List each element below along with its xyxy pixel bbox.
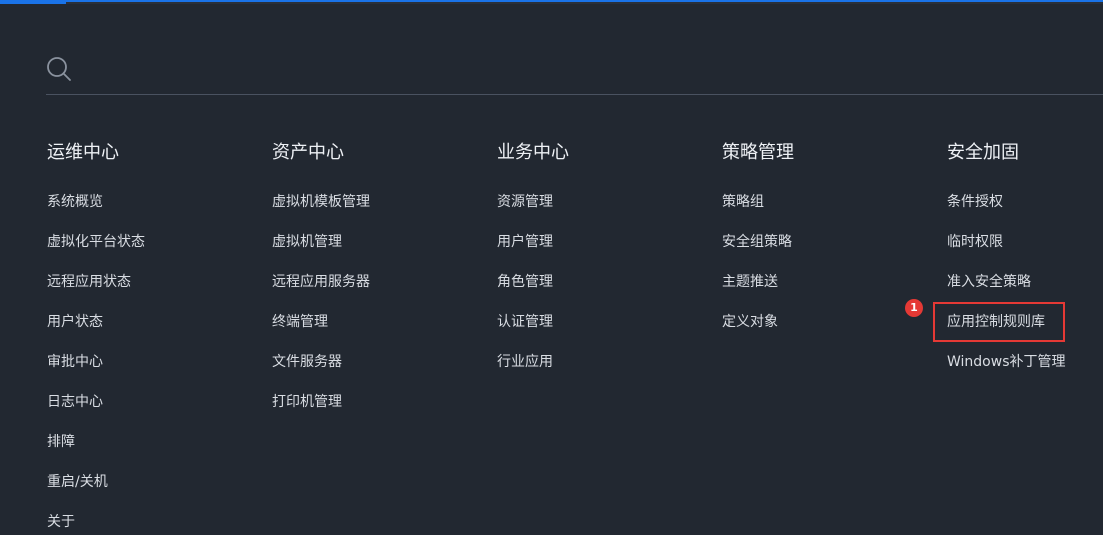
menu-column-business-center: 业务中心 资源管理 用户管理 角色管理 认证管理 行业应用 — [497, 140, 569, 390]
search-input[interactable] — [86, 54, 990, 86]
menu-item-industry-apps[interactable]: 行业应用 — [497, 350, 569, 390]
menu-column-policy-management: 策略管理 策略组 安全组策略 主题推送 定义对象 — [722, 140, 794, 350]
column-heading: 策略管理 — [722, 142, 794, 163]
menu-item-virtualization-status[interactable]: 虚拟化平台状态 — [47, 230, 145, 270]
menu-item-auth-management[interactable]: 认证管理 — [497, 310, 569, 350]
menu-list: 条件授权 临时权限 准入安全策略 应用控制规则库 Windows补丁管理 — [947, 190, 1066, 390]
menu-item-remote-app-status[interactable]: 远程应用状态 — [47, 270, 145, 310]
navigation-menu-page: 运维中心 系统概览 虚拟化平台状态 远程应用状态 用户状态 审批中心 日志中心 … — [0, 0, 1103, 535]
menu-item-log-center[interactable]: 日志中心 — [47, 390, 145, 430]
column-heading: 安全加固 — [947, 142, 1019, 163]
menu-item-system-overview[interactable]: 系统概览 — [47, 190, 145, 230]
menu-column-asset-center: 资产中心 虚拟机模板管理 虚拟机管理 远程应用服务器 终端管理 文件服务器 打印… — [272, 140, 370, 430]
menu-item-user-management[interactable]: 用户管理 — [497, 230, 569, 270]
menu-item-troubleshooting[interactable]: 排障 — [47, 430, 145, 470]
menu-item-restart-shutdown[interactable]: 重启/关机 — [47, 470, 145, 510]
menu-item-theme-push[interactable]: 主题推送 — [722, 270, 794, 310]
highlight-box — [933, 302, 1065, 342]
menu-item-define-objects[interactable]: 定义对象 — [722, 310, 794, 350]
menu-item-terminal-management[interactable]: 终端管理 — [272, 310, 370, 350]
top-bar — [0, 0, 1103, 4]
menu-column-ops-center: 运维中心 系统概览 虚拟化平台状态 远程应用状态 用户状态 审批中心 日志中心 … — [47, 140, 145, 535]
menu-item-security-group-policy[interactable]: 安全组策略 — [722, 230, 794, 270]
menu-item-windows-patch-management[interactable]: Windows补丁管理 — [947, 350, 1066, 390]
menu-item-vm-management[interactable]: 虚拟机管理 — [272, 230, 370, 270]
search-icon[interactable] — [46, 56, 72, 82]
menu-item-role-management[interactable]: 角色管理 — [497, 270, 569, 310]
menu-list: 资源管理 用户管理 角色管理 认证管理 行业应用 — [497, 190, 569, 390]
step-badge: 1 — [905, 299, 923, 317]
active-tab-indicator — [0, 0, 66, 4]
menu-item-temporary-permission[interactable]: 临时权限 — [947, 230, 1066, 270]
column-heading: 运维中心 — [47, 142, 119, 163]
menu-list: 虚拟机模板管理 虚拟机管理 远程应用服务器 终端管理 文件服务器 打印机管理 — [272, 190, 370, 430]
menu-item-policy-group[interactable]: 策略组 — [722, 190, 794, 230]
search-bar — [46, 54, 1103, 95]
menu-item-file-server[interactable]: 文件服务器 — [272, 350, 370, 390]
menu-list: 系统概览 虚拟化平台状态 远程应用状态 用户状态 审批中心 日志中心 排障 重启… — [47, 190, 145, 535]
menu-item-remote-app-server[interactable]: 远程应用服务器 — [272, 270, 370, 310]
menu-item-approval-center[interactable]: 审批中心 — [47, 350, 145, 390]
menu-item-resource-management[interactable]: 资源管理 — [497, 190, 569, 230]
column-heading: 业务中心 — [497, 142, 569, 163]
menu-item-printer-management[interactable]: 打印机管理 — [272, 390, 370, 430]
menu-item-vm-template-management[interactable]: 虚拟机模板管理 — [272, 190, 370, 230]
top-accent-line — [66, 0, 1103, 2]
menu-item-conditional-authorization[interactable]: 条件授权 — [947, 190, 1066, 230]
menu-item-about[interactable]: 关于 — [47, 510, 145, 535]
menu-list: 策略组 安全组策略 主题推送 定义对象 — [722, 190, 794, 350]
menu-item-user-status[interactable]: 用户状态 — [47, 310, 145, 350]
column-heading: 资产中心 — [272, 142, 344, 163]
menu-column-security-hardening: 安全加固 条件授权 临时权限 准入安全策略 应用控制规则库 Windows补丁管… — [947, 140, 1066, 390]
